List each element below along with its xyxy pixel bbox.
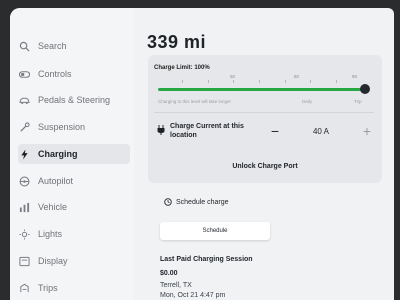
last-session-title: Last Paid Charging Session — [160, 256, 253, 263]
sidebar-item-search[interactable]: Search — [18, 36, 130, 56]
charge-limit-slider-track[interactable] — [158, 88, 364, 91]
sidebar-item-label: Charging — [38, 149, 78, 159]
sidebar-item-suspension[interactable]: Suspension — [18, 117, 130, 137]
slider-tick — [259, 80, 260, 83]
sidebar-item-label: Lights — [38, 229, 63, 239]
touchscreen: Search Controls Pedals & Steering Suspen… — [10, 8, 394, 300]
increase-current-button[interactable]: + — [356, 120, 378, 142]
slider-note: Charging to this level will take longer — [158, 99, 232, 104]
decrease-current-button[interactable]: − — [264, 120, 286, 142]
sidebar-item-label: Display — [38, 256, 68, 266]
schedule-button[interactable]: Schedule — [160, 222, 270, 240]
sidebar-item-lights[interactable]: Lights — [18, 224, 130, 244]
sidebar-item-display[interactable]: Display — [18, 251, 130, 271]
sidebar-item-label: Vehicle — [38, 202, 68, 212]
toggle-icon — [18, 68, 30, 80]
last-session-amount: $0.00 — [160, 270, 178, 277]
sidebar-item-pedals-steering[interactable]: Pedals & Steering — [18, 90, 130, 110]
steering-wheel-icon — [18, 175, 30, 187]
bars-icon — [18, 201, 30, 213]
sidebar-item-label: Controls — [38, 69, 72, 79]
sidebar-item-label: Search — [38, 41, 67, 51]
sun-icon — [18, 228, 30, 240]
last-session-date: Mon, Oct 21 4:47 pm — [160, 292, 226, 299]
last-session-location: Terrell, TX — [160, 282, 192, 289]
sidebar-item-label: Pedals & Steering — [38, 95, 111, 105]
range-readout: 339 mi — [147, 32, 207, 52]
slider-tick — [233, 80, 234, 83]
schedule-charge-heading: Schedule charge — [164, 198, 229, 206]
charge-limit-label: Charge Limit: 100% — [154, 65, 210, 71]
sidebar-item-autopilot[interactable]: Autopilot — [18, 171, 130, 191]
schedule-charge-label: Schedule charge — [176, 198, 229, 206]
slider-tick — [182, 80, 183, 83]
sidebar-item-trips[interactable]: Trips — [18, 278, 130, 298]
display-icon — [18, 255, 30, 267]
plug-icon — [157, 125, 165, 135]
car-icon — [18, 94, 30, 106]
wrench-icon — [18, 121, 30, 133]
charge-current-stepper: − 40 A + — [264, 120, 378, 142]
slider-tick — [310, 80, 311, 83]
sidebar-item-charging[interactable]: Charging — [18, 144, 130, 164]
card-divider — [154, 112, 374, 113]
slider-tick — [208, 80, 209, 83]
sidebar-item-label: Autopilot — [38, 176, 74, 186]
clock-icon — [164, 198, 172, 206]
charge-current-value: 40 A — [312, 126, 329, 136]
trips-icon — [18, 282, 30, 294]
sidebar-item-vehicle[interactable]: Vehicle — [18, 197, 130, 217]
charge-current-label: Charge Current at this location — [170, 123, 244, 139]
sidebar: Search Controls Pedals & Steering Suspen… — [10, 8, 134, 300]
sidebar-item-label: Trips — [38, 283, 58, 293]
slider-daily-label: Daily — [302, 99, 313, 104]
scale-label: 80 — [294, 74, 300, 79]
unlock-charge-port-button[interactable]: Unlock Charge Port — [148, 163, 382, 170]
sidebar-item-label: Suspension — [38, 122, 86, 132]
charge-limit-slider-thumb[interactable] — [360, 84, 370, 94]
bolt-icon — [18, 148, 30, 160]
slider-tick — [336, 80, 337, 83]
slider-tick — [285, 80, 286, 83]
sidebar-item-controls[interactable]: Controls — [18, 64, 130, 84]
slider-trip-label: Trip — [354, 99, 362, 104]
scale-label: 50 — [230, 74, 236, 79]
search-icon — [18, 40, 30, 52]
scale-label: 90 — [352, 74, 358, 79]
charging-panel: 339 mi Charge Limit: 100% 50 80 90 Charg… — [142, 8, 392, 300]
